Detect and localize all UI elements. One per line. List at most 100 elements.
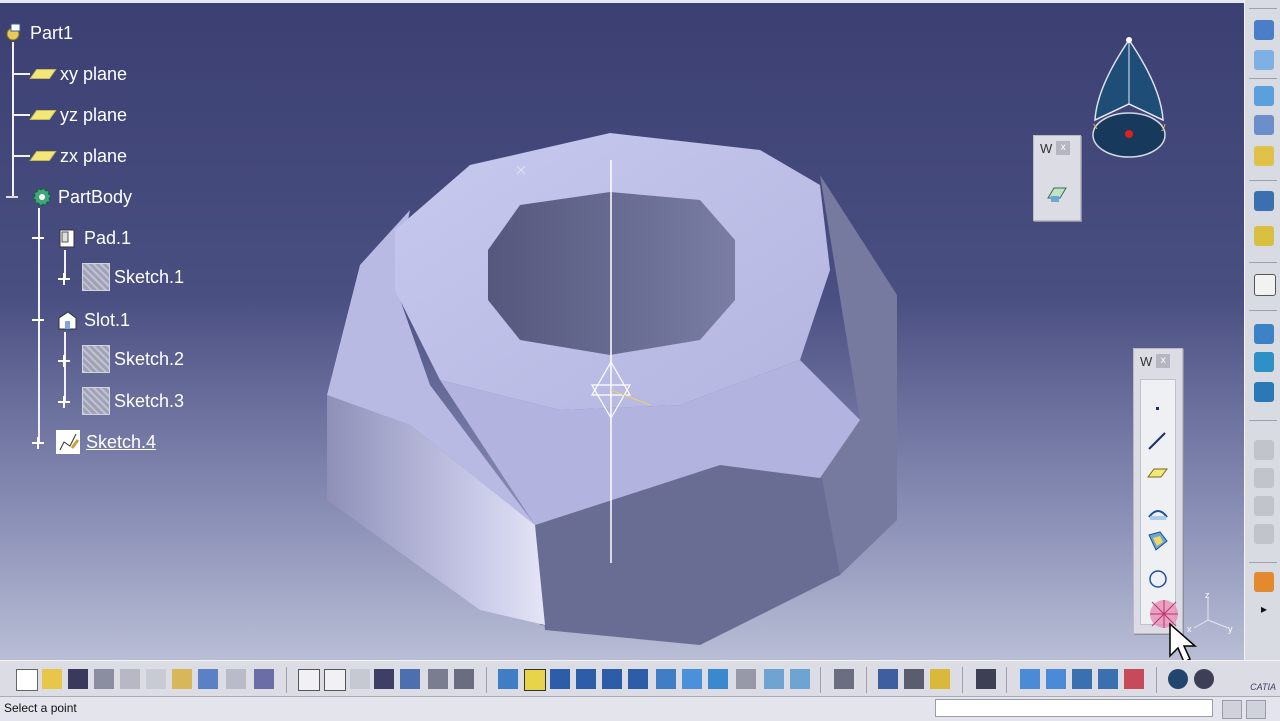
- tree-node-sketch1[interactable]: Sketch.1: [82, 263, 184, 291]
- analysis-tool-icon[interactable]: [1254, 382, 1274, 402]
- lock-icon[interactable]: [428, 669, 448, 689]
- pause-icon[interactable]: [1222, 700, 1242, 719]
- update-icon[interactable]: [834, 669, 854, 689]
- part-gear-icon: [2, 22, 24, 44]
- collapse-toggle-slot[interactable]: [32, 314, 44, 326]
- paste-icon[interactable]: [172, 669, 192, 689]
- status-bar: Select a point: [0, 696, 1280, 721]
- more-arrow-icon[interactable]: ▸: [1254, 602, 1274, 622]
- measure-inertia-icon[interactable]: [930, 669, 950, 689]
- measure-tool-icon[interactable]: [1254, 274, 1276, 296]
- close-icon[interactable]: x: [1156, 354, 1171, 368]
- select-arrow-icon[interactable]: [1254, 572, 1274, 592]
- positioned-sketch-icon[interactable]: [1254, 50, 1274, 70]
- transform-tool-icon[interactable]: [1254, 191, 1274, 211]
- sketch-edit-icon: [56, 430, 80, 454]
- open-folder-icon[interactable]: [42, 669, 62, 689]
- constraint-tool-icon[interactable]: [1254, 352, 1274, 372]
- compass[interactable]: x y: [1085, 32, 1175, 162]
- fit-all-icon[interactable]: [524, 669, 546, 691]
- axis-triad: z x y: [1187, 590, 1233, 634]
- close-icon[interactable]: x: [1056, 141, 1071, 155]
- plane-tool-icon[interactable]: [1146, 461, 1170, 485]
- iso-view-icon[interactable]: [708, 669, 728, 689]
- floating-toolbar-w2[interactable]: W x: [1133, 348, 1183, 634]
- capture-icon[interactable]: [976, 669, 996, 689]
- measure-between-icon[interactable]: [878, 669, 898, 689]
- measure-item-icon[interactable]: [904, 669, 924, 689]
- copy-icon[interactable]: [146, 669, 166, 689]
- tree-label-pad1: Pad.1: [84, 227, 132, 248]
- command-input[interactable]: [935, 699, 1213, 717]
- zoom-out-icon[interactable]: [628, 669, 648, 689]
- shading-icon[interactable]: [736, 669, 756, 689]
- pan-icon[interactable]: [550, 669, 570, 689]
- multi-view-icon[interactable]: [682, 669, 702, 689]
- axis-y-label: y: [1228, 624, 1233, 634]
- collapse-toggle-partbody[interactable]: [6, 191, 18, 203]
- cut-icon[interactable]: [120, 669, 140, 689]
- normal-view-icon[interactable]: [656, 669, 676, 689]
- toolbar-header[interactable]: W x: [1134, 349, 1182, 373]
- 3d-viewport[interactable]: Part1 xy plane yz plane zx plane PartBod…: [0, 0, 1244, 660]
- material-icon[interactable]: [1124, 669, 1144, 689]
- tree-node-sketch4[interactable]: Sketch.4: [56, 429, 156, 455]
- zoom-in-icon[interactable]: [602, 669, 622, 689]
- save-icon[interactable]: [68, 669, 88, 689]
- toolbar-title: W: [1040, 140, 1053, 156]
- tree-node-pad1[interactable]: Pad.1: [56, 225, 131, 251]
- hole-tool-icon[interactable]: [1254, 115, 1274, 135]
- hide-show-icon[interactable]: [764, 669, 784, 689]
- collapse-toggle-pad[interactable]: [32, 232, 44, 244]
- compass-x-label: x: [1093, 121, 1098, 131]
- expand-toggle-sketch2[interactable]: [58, 355, 70, 367]
- expand-toggle-sketch3[interactable]: [58, 396, 70, 408]
- tree-node-yz-plane[interactable]: yz plane: [29, 102, 128, 128]
- wireframe-icon[interactable]: [1072, 669, 1092, 689]
- boolean-tool-icon[interactable]: [1254, 226, 1274, 246]
- render-style-icon[interactable]: [1046, 669, 1066, 689]
- comment-icon[interactable]: [324, 669, 346, 691]
- tree-label-yz-plane: yz plane: [60, 104, 128, 125]
- help-icon[interactable]: [254, 669, 274, 689]
- fly-mode-icon[interactable]: [498, 669, 518, 689]
- stop-icon[interactable]: [1246, 700, 1266, 719]
- fillet-tool-icon[interactable]: [1254, 146, 1274, 166]
- tree-node-sketch3[interactable]: Sketch.3: [82, 387, 184, 415]
- swap-space-icon[interactable]: [790, 669, 810, 689]
- parameter-icon[interactable]: [350, 669, 370, 689]
- tree-manager-icon[interactable]: [454, 669, 474, 689]
- redo-icon[interactable]: [226, 669, 246, 689]
- sketcher-icon[interactable]: [1254, 20, 1274, 40]
- tree-node-partbody[interactable]: PartBody: [30, 184, 132, 210]
- catalog-icon[interactable]: [400, 669, 420, 689]
- table-icon[interactable]: [374, 669, 394, 689]
- pad-tool-icon[interactable]: [1254, 86, 1274, 106]
- tree-node-zx-plane[interactable]: zx plane: [29, 143, 127, 169]
- apply-material-icon[interactable]: [1254, 324, 1274, 344]
- workbench-icon[interactable]: [1194, 669, 1214, 689]
- tree-node-sketch2[interactable]: Sketch.2: [82, 345, 184, 373]
- projection-icon[interactable]: [1146, 501, 1170, 525]
- tree-node-part1[interactable]: Part1: [2, 20, 73, 46]
- toolbar-header[interactable]: W x: [1034, 136, 1080, 160]
- line-icon[interactable]: [1146, 429, 1170, 453]
- refresh-icon[interactable]: [1168, 669, 1188, 689]
- undo-icon[interactable]: [198, 669, 218, 689]
- tree-node-slot1[interactable]: Slot.1: [56, 307, 130, 333]
- edges-icon[interactable]: [1098, 669, 1118, 689]
- expand-toggle-sketch4[interactable]: [32, 437, 44, 449]
- axis-system-icon[interactable]: [1020, 669, 1040, 689]
- formula-icon[interactable]: [298, 669, 320, 691]
- tree-node-xy-plane[interactable]: xy plane: [29, 61, 127, 87]
- sketch-plane-icon[interactable]: [1045, 182, 1069, 206]
- intersection-icon[interactable]: [1146, 529, 1170, 553]
- floating-toolbar-w1[interactable]: W x: [1033, 135, 1081, 221]
- circle-icon[interactable]: [1146, 567, 1170, 591]
- print-icon[interactable]: [94, 669, 114, 689]
- point-icon[interactable]: [1146, 397, 1170, 421]
- rotate-icon[interactable]: [576, 669, 596, 689]
- hex-nut-model[interactable]: [0, 0, 1244, 660]
- new-file-icon[interactable]: [16, 669, 38, 691]
- expand-toggle-sketch1[interactable]: [58, 273, 70, 285]
